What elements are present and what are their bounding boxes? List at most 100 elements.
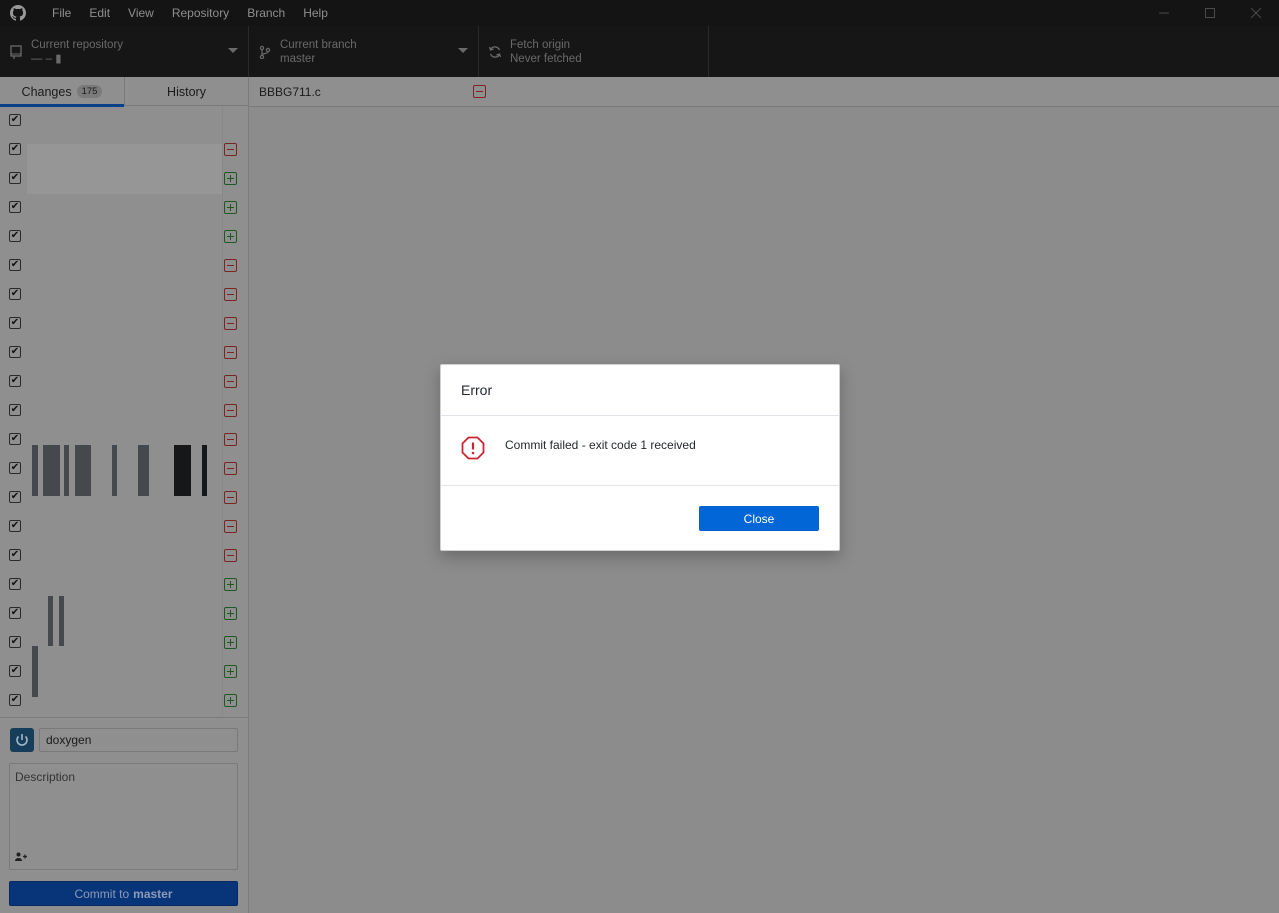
file-checkbox[interactable]: ✔ xyxy=(9,346,21,358)
list-item[interactable]: ✔ xyxy=(0,338,248,367)
list-item[interactable]: ✔ xyxy=(0,541,248,570)
file-checkbox[interactable]: ✔ xyxy=(9,404,21,416)
tab-history[interactable]: History xyxy=(124,77,248,106)
menu-view[interactable]: View xyxy=(119,0,163,26)
added-status-icon xyxy=(224,230,237,243)
file-checkbox[interactable]: ✔ xyxy=(9,433,21,445)
list-item[interactable]: ✔ xyxy=(0,309,248,338)
list-item[interactable]: ✔ xyxy=(0,628,248,657)
file-checkbox[interactable]: ✔ xyxy=(9,607,21,619)
list-item[interactable]: ✔ xyxy=(0,599,248,628)
deleted-status-icon xyxy=(224,520,237,533)
chevron-down-icon xyxy=(458,48,468,53)
fetch-origin-button[interactable]: Fetch origin Never fetched xyxy=(479,26,709,77)
commit-summary-input[interactable] xyxy=(39,728,238,752)
list-item[interactable]: ✔ xyxy=(0,512,248,541)
file-path: BBBG711.c xyxy=(259,84,321,99)
menu-branch[interactable]: Branch xyxy=(238,0,294,26)
file-checkbox[interactable]: ✔ xyxy=(9,172,21,184)
file-checkbox[interactable]: ✔ xyxy=(9,462,21,474)
list-item[interactable]: ✔ xyxy=(0,367,248,396)
file-checkbox[interactable]: ✔ xyxy=(9,288,21,300)
error-dialog: Error Commit failed - exit code 1 receiv… xyxy=(440,364,840,551)
maximize-icon xyxy=(1205,8,1215,18)
row-divider xyxy=(222,280,223,309)
commit-description-input[interactable] xyxy=(9,763,238,870)
file-checkbox[interactable]: ✔ xyxy=(9,520,21,532)
maximize-button[interactable] xyxy=(1187,0,1233,26)
menu-file[interactable]: File xyxy=(43,0,80,26)
file-checkbox[interactable]: ✔ xyxy=(9,549,21,561)
file-checkbox[interactable]: ✔ xyxy=(9,375,21,387)
commit-button[interactable]: Commit to master xyxy=(9,881,238,906)
deleted-status-icon xyxy=(224,346,237,359)
menu-bar: File Edit View Repository Branch Help xyxy=(43,0,337,26)
commit-button-branch: master xyxy=(133,886,173,901)
list-item[interactable]: ✔ xyxy=(0,135,248,164)
added-status-icon xyxy=(224,172,237,185)
dialog-title: Error xyxy=(461,382,493,398)
close-window-button[interactable] xyxy=(1233,0,1279,26)
file-checkbox[interactable]: ✔ xyxy=(9,259,21,271)
add-coauthor-icon[interactable] xyxy=(15,852,27,864)
file-checkbox[interactable]: ✔ xyxy=(9,143,21,155)
minimize-button[interactable] xyxy=(1141,0,1187,26)
file-checkbox[interactable]: ✔ xyxy=(9,694,21,706)
file-checkbox[interactable]: ✔ xyxy=(9,578,21,590)
repo-icon xyxy=(10,44,22,59)
list-item[interactable]: ✔ xyxy=(0,657,248,686)
file-checkbox[interactable]: ✔ xyxy=(9,636,21,648)
row-divider xyxy=(222,367,223,396)
list-item[interactable]: ✔ xyxy=(0,396,248,425)
changed-files-list: ✔ ✔ ✔ ✔ ✔ ✔ ✔ ✔ ✔ ✔ ✔ ✔ ✔ ✔ ✔ ✔ ✔ ✔ ✔ ✔ ✔ xyxy=(0,106,248,716)
tab-changes[interactable]: Changes 175 xyxy=(0,77,124,107)
current-repository-button[interactable]: Current repository — – ▮ xyxy=(0,26,249,77)
list-item[interactable]: ✔ xyxy=(0,193,248,222)
tab-history-label: History xyxy=(167,84,206,99)
file-checkbox[interactable]: ✔ xyxy=(9,491,21,503)
file-checkbox[interactable]: ✔ xyxy=(9,230,21,242)
list-item[interactable]: ✔ xyxy=(0,570,248,599)
deleted-status-icon xyxy=(224,404,237,417)
fetch-label: Fetch origin xyxy=(510,38,571,51)
row-divider xyxy=(222,309,223,338)
minimize-icon xyxy=(1159,12,1169,14)
list-item[interactable]: ✔ xyxy=(0,425,248,454)
close-button[interactable]: Close xyxy=(699,506,819,531)
deleted-status-icon xyxy=(224,462,237,475)
file-checkbox[interactable]: ✔ xyxy=(9,665,21,677)
row-divider xyxy=(222,106,223,135)
list-item[interactable]: ✔ xyxy=(0,686,248,715)
chevron-down-icon xyxy=(228,48,238,53)
added-status-icon xyxy=(224,694,237,707)
list-item[interactable]: ✔ xyxy=(0,106,248,135)
list-item[interactable]: ✔ xyxy=(0,251,248,280)
dialog-body: Commit failed - exit code 1 received xyxy=(441,416,839,486)
row-divider xyxy=(222,164,223,193)
row-divider xyxy=(222,483,223,512)
file-checkbox[interactable]: ✔ xyxy=(9,317,21,329)
current-branch-button[interactable]: Current branch master xyxy=(249,26,479,77)
list-item[interactable]: ✔ xyxy=(0,222,248,251)
file-checkbox[interactable]: ✔ xyxy=(9,114,21,126)
list-item[interactable]: ✔ xyxy=(0,454,248,483)
commit-panel: Commit to master xyxy=(0,717,248,913)
repo-value: — – ▮ xyxy=(31,52,62,65)
row-divider xyxy=(222,541,223,570)
file-checkbox[interactable]: ✔ xyxy=(9,201,21,213)
list-item[interactable]: ✔ xyxy=(0,483,248,512)
list-item[interactable]: ✔ xyxy=(0,280,248,309)
menu-help[interactable]: Help xyxy=(294,0,337,26)
row-divider xyxy=(222,425,223,454)
fetch-value: Never fetched xyxy=(510,52,582,65)
title-bar: File Edit View Repository Branch Help xyxy=(0,0,1279,26)
row-divider xyxy=(222,193,223,222)
row-divider xyxy=(222,338,223,367)
list-item[interactable]: ✔ xyxy=(0,164,248,193)
power-icon xyxy=(16,734,28,746)
tab-changes-label: Changes xyxy=(21,84,72,99)
menu-repository[interactable]: Repository xyxy=(163,0,238,26)
menu-edit[interactable]: Edit xyxy=(80,0,119,26)
deleted-status-icon xyxy=(224,549,237,562)
deleted-status-icon xyxy=(224,375,237,388)
